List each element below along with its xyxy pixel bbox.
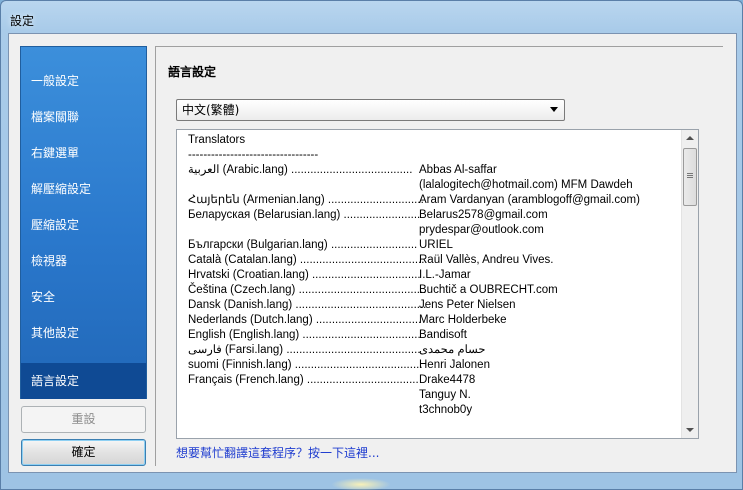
sidebar: 一般設定 檔案關聯 右鍵選單 解壓縮設定 壓縮設定 檢視器 安全 其他設定 語言… (20, 46, 147, 399)
sidebar-item-language[interactable]: 語言設定 (21, 363, 146, 399)
sidebar-item-compress[interactable]: 壓縮設定 (21, 207, 146, 243)
translator-line: t3chnob0y (419, 404, 473, 416)
translator-line: (lalalogitech@hotmail.com) MFM Dawdeh (419, 179, 633, 191)
translator-line: Dansk (Danish.lang) ....................… (188, 299, 516, 311)
translator-line: Հայերեն (Armenian.lang) ................… (188, 194, 640, 206)
translator-line: العربية (Arabic.lang) ..................… (188, 164, 497, 176)
vertical-scrollbar[interactable] (681, 130, 698, 438)
settings-window: 設定 一般設定 檔案關聯 右鍵選單 解壓縮設定 壓縮設定 檢視器 安全 其他設定… (0, 0, 743, 490)
translator-line: Čeština (Czech.lang) ...................… (188, 284, 558, 296)
translator-line: فارسی (Farsi.lang) .....................… (188, 344, 486, 356)
title-bar[interactable]: 設定 (1, 1, 743, 33)
chevron-down-icon (550, 107, 558, 112)
translator-line: Català (Catalan.lang) ..................… (188, 254, 554, 266)
reset-button[interactable]: 重設 (21, 406, 146, 433)
sidebar-item-general[interactable]: 一般設定 (21, 63, 146, 99)
scroll-down-arrow-icon[interactable] (686, 428, 694, 432)
scroll-up-arrow-icon[interactable] (686, 136, 694, 140)
translator-line: suomi (Finnish.lang) ...................… (188, 359, 490, 371)
language-select-value: 中文(繁體) (182, 103, 240, 117)
help-translate-link[interactable]: 想要幫忙翻譯這套程序？按一下這裡... (176, 444, 379, 461)
translators-textbox[interactable]: Translators ----------------------------… (176, 129, 699, 439)
grip-icon (687, 173, 693, 174)
translators-list: Translators ----------------------------… (188, 133, 678, 418)
translator-line: Nederlands (Dutch.lang) ................… (188, 314, 507, 326)
sidebar-item-misc[interactable]: 其他設定 (21, 315, 146, 351)
language-settings-panel: 語言設定 中文(繁體) Translators ----------------… (155, 46, 723, 466)
translators-separator: ---------------------------------- (188, 149, 319, 161)
translator-line: Hrvatski (Croatian.lang) ...............… (188, 269, 471, 281)
translator-line: Français (French.lang) .................… (188, 374, 476, 386)
language-select[interactable]: 中文(繁體) (176, 99, 565, 121)
translators-heading: Translators (188, 134, 246, 146)
sidebar-item-context-menu[interactable]: 右鍵選單 (21, 135, 146, 171)
sidebar-item-security[interactable]: 安全 (21, 279, 146, 315)
ok-button[interactable]: 確定 (21, 439, 146, 466)
translator-line: English (English.lang) .................… (188, 329, 467, 341)
translator-line: Tanguy N. (419, 389, 471, 401)
translator-line: prydespar@outlook.com (419, 224, 544, 236)
translator-line: Беларуская (Belarusian.lang) ...........… (188, 209, 548, 221)
taskbar-highlight (331, 478, 391, 490)
translator-line: Български (Bulgarian.lang) .............… (188, 239, 453, 251)
panel-title: 語言設定 (168, 65, 217, 79)
scrollbar-thumb[interactable] (683, 148, 697, 206)
dialog-body: 一般設定 檔案關聯 右鍵選單 解壓縮設定 壓縮設定 檢視器 安全 其他設定 語言… (8, 33, 737, 473)
window-title: 設定 (10, 14, 35, 28)
sidebar-item-viewer[interactable]: 檢視器 (21, 243, 146, 279)
sidebar-item-file-association[interactable]: 檔案關聯 (21, 99, 146, 135)
sidebar-item-extract[interactable]: 解壓縮設定 (21, 171, 146, 207)
